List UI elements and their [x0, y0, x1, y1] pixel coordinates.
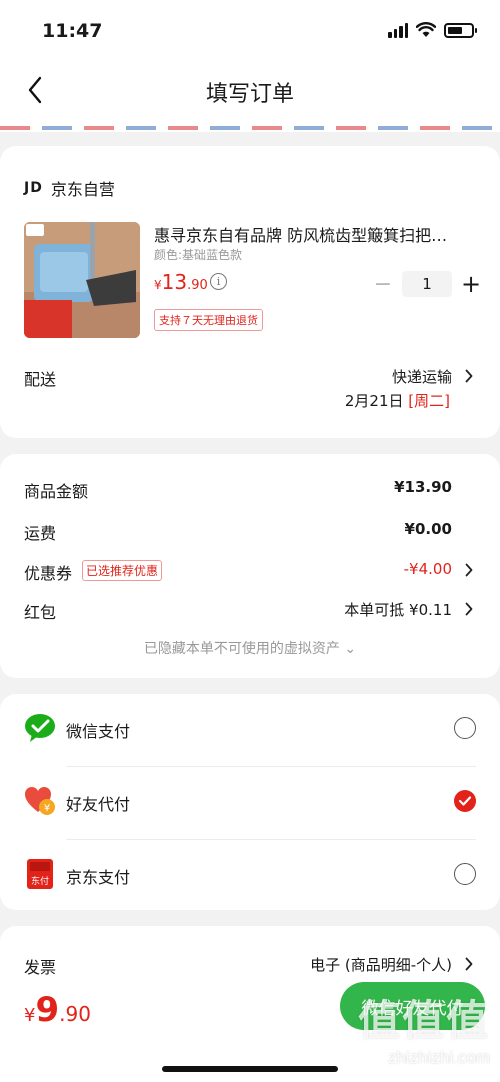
price-info-icon[interactable]: i	[210, 273, 227, 290]
radio-friend-pay-checked[interactable]	[454, 790, 476, 812]
status-time: 11:47	[42, 20, 103, 42]
invoice-label: 发票	[24, 958, 57, 977]
product-title[interactable]: 惠寻京东自有品牌 防风梳齿型簸箕扫把…	[154, 222, 472, 246]
delivery-date: 2月21日 [周二]	[344, 392, 450, 410]
dustpan-broom-image	[24, 222, 140, 338]
shipping-value: ¥0.00	[404, 520, 452, 538]
chevron-right-icon[interactable]	[462, 366, 476, 386]
product-spec: 颜色:基础蓝色款	[154, 248, 243, 262]
home-indicator	[162, 1066, 338, 1072]
coupon-selected-badge: 已选推荐优惠	[82, 560, 163, 581]
total-price: ¥ 9 .90	[24, 990, 91, 1030]
svg-text:东付: 东付	[31, 875, 49, 887]
return-policy-badge: 支持７天无理由退货	[154, 309, 263, 331]
coupon-value[interactable]: -¥4.00	[404, 560, 452, 578]
goods-amount-value: ¥13.90	[394, 478, 452, 496]
delivery-method[interactable]: 快递运输	[392, 366, 452, 387]
quantity-stepper: − 1 +	[370, 270, 484, 298]
price-summary-card: 商品金额 ¥13.90 运费 ¥0.00 优惠券 已选推荐优惠 -¥4.00 红…	[0, 454, 500, 678]
address-airmail-border	[0, 122, 500, 132]
radio-jd-pay[interactable]	[454, 863, 476, 885]
delivery-label: 配送	[24, 370, 57, 389]
product-thumbnail[interactable]	[24, 222, 140, 338]
goods-amount-label: 商品金额	[24, 482, 89, 501]
status-bar: 11:47	[0, 0, 500, 60]
quantity-input[interactable]: 1	[402, 271, 452, 297]
jd-pay-icon: 东付	[24, 858, 56, 890]
shop-name: 京东自营	[50, 180, 115, 199]
signal-icon	[388, 22, 408, 38]
increase-quantity-button[interactable]: +	[458, 270, 484, 298]
jd-logo: JD	[24, 180, 43, 196]
page-title: 填写订单	[205, 82, 294, 107]
system-icons	[388, 22, 477, 38]
shipping-label: 运费	[24, 524, 57, 543]
hidden-assets-toggle[interactable]: 已隐藏本单不可使用的虚拟资产 ⌄	[0, 638, 500, 658]
invoice-card[interactable]: 发票 电子 (商品明细-个人)	[0, 926, 500, 986]
site-watermark: 值值值 zhizhizhi.com	[357, 996, 490, 1067]
payment-option-jd[interactable]: 东付 京东支付	[0, 840, 500, 912]
coupon-label: 优惠券	[24, 564, 73, 583]
friend-pay-heart-icon: ¥	[24, 785, 56, 817]
red-packet-label: 红包	[24, 603, 57, 622]
chevron-right-icon[interactable]	[462, 599, 476, 619]
order-item-card: JD 京东自营 惠寻京东自有品牌 防风梳齿型簸箕扫把… 颜色:基础蓝色款 ¥ 1…	[0, 146, 500, 438]
payment-option-friend[interactable]: ¥ 好友代付	[0, 767, 500, 839]
payment-method-card: 微信支付 ¥ 好友代付 东付 京东支付	[0, 694, 500, 910]
product-price: ¥ 13 .90	[154, 270, 208, 294]
delivery-weekday: [周二]	[408, 392, 450, 410]
payment-label: 好友代付	[66, 795, 131, 814]
nav-bar: 填写订单	[0, 60, 500, 122]
invoice-value[interactable]: 电子 (商品明细-个人)	[310, 954, 452, 975]
payment-label: 京东支付	[66, 868, 131, 887]
wifi-icon	[416, 22, 436, 37]
chevron-right-icon[interactable]	[462, 954, 476, 974]
svg-text:¥: ¥	[44, 803, 50, 814]
payment-label: 微信支付	[66, 722, 131, 741]
shop-header: JD 京东自营	[24, 176, 115, 200]
radio-wechat-pay[interactable]	[454, 717, 476, 739]
checkout-bar: ¥ 9 .90 微信好友代付 值值值 zhizhizhi.com	[0, 978, 500, 1082]
wechat-pay-icon	[24, 712, 56, 744]
battery-icon	[444, 22, 477, 38]
red-packet-value[interactable]: 本单可抵 ¥0.11	[344, 599, 452, 620]
decrease-quantity-button[interactable]: −	[370, 272, 396, 297]
check-icon	[458, 796, 472, 806]
chevron-right-icon[interactable]	[462, 560, 476, 580]
payment-option-wechat[interactable]: 微信支付	[0, 694, 500, 766]
